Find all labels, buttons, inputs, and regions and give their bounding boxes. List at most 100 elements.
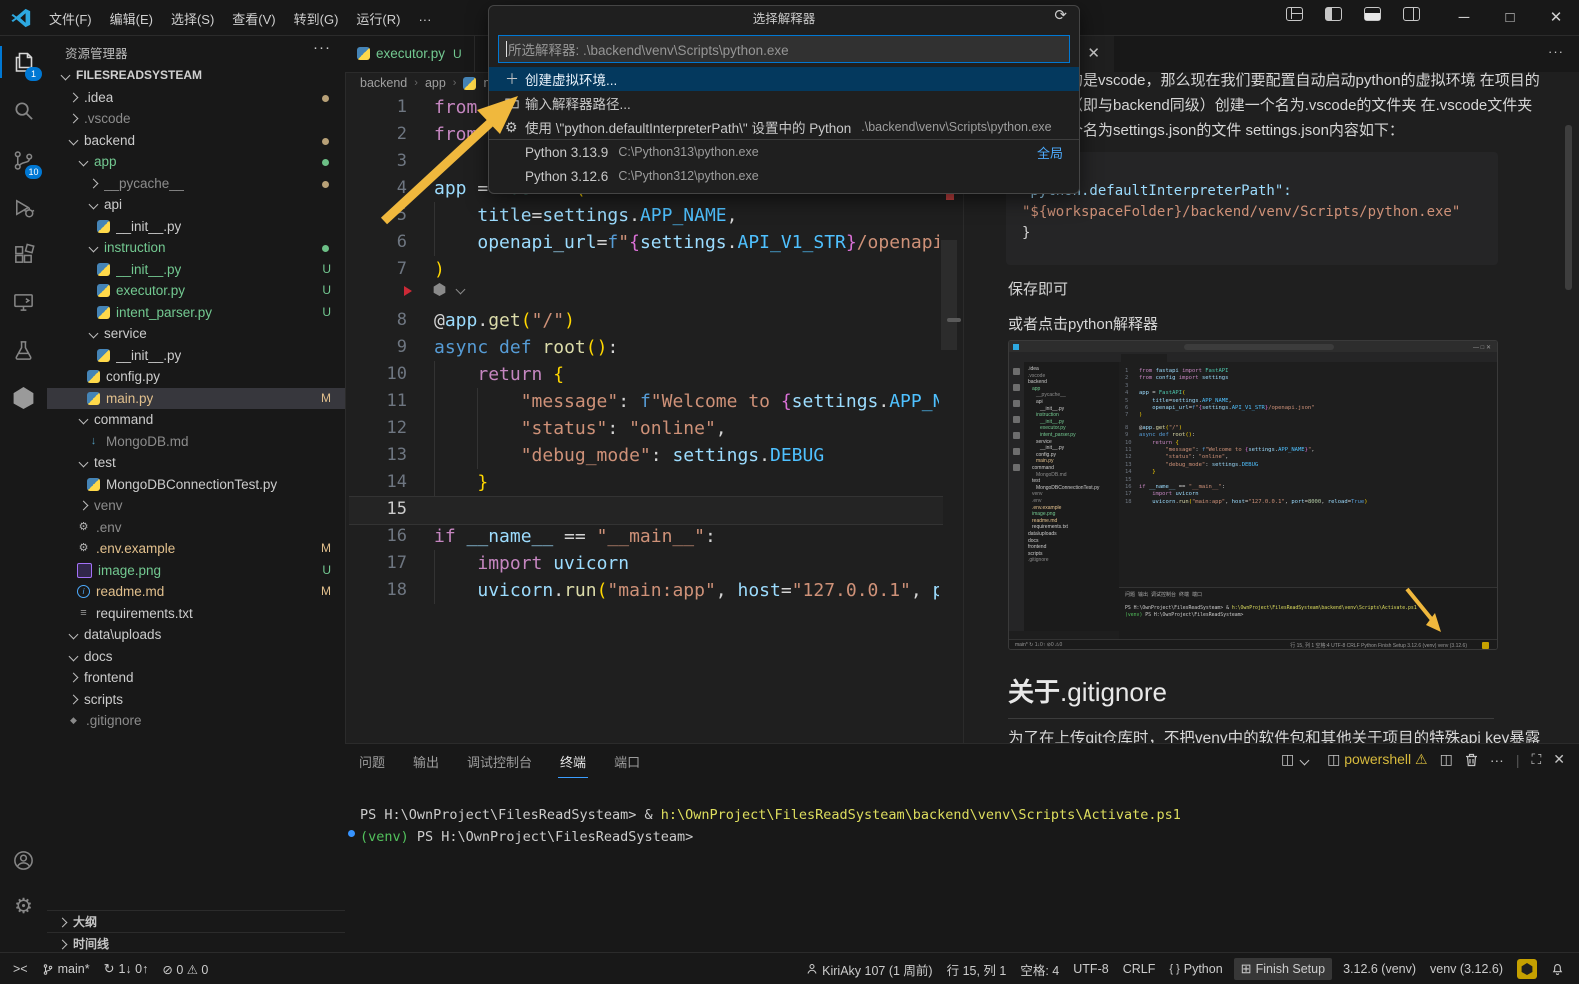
activity-remote-explorer-icon[interactable] (0, 280, 47, 324)
status-finish-setup[interactable]: ⊞Finish Setup (1234, 958, 1332, 980)
menu-item-4[interactable]: 转到(G) (285, 0, 348, 37)
interpreter-input[interactable]: 所选解释器: .\backend\venv\Scripts\python.exe (498, 35, 1070, 63)
split-terminal-icon[interactable]: ◫ (1440, 751, 1453, 768)
close-panel-icon[interactable]: ✕ (1553, 751, 1565, 768)
menu-item-5[interactable]: 运行(R) (347, 0, 409, 37)
menu-item-3[interactable]: 查看(V) (223, 0, 284, 37)
tree-item-frontend[interactable]: frontend (47, 667, 345, 689)
activity-source-control-icon[interactable]: 10 (0, 138, 47, 182)
tree-item-executor.py[interactable]: executor.pyU (47, 280, 345, 302)
activity-explorer-icon[interactable]: 1 (0, 40, 47, 84)
menu-item-6[interactable]: ··· (409, 3, 440, 36)
status-cursor-position[interactable]: 行 15, 列 1 (940, 958, 1014, 980)
tree-item-backend[interactable]: backend (47, 130, 345, 152)
tree-item-MongoDBConnectionTest.py[interactable]: MongoDBConnectionTest.py (47, 474, 345, 496)
tree-item-docs[interactable]: docs (47, 646, 345, 668)
split-dropdown-icon[interactable]: ◫ (1281, 751, 1315, 768)
status-branch[interactable]: main* (35, 958, 97, 980)
close-button[interactable]: ✕ (1533, 0, 1579, 35)
terminal-output[interactable]: PS H:\OwnProject\FilesReadSysteam> & h:\… (360, 804, 1181, 848)
activity-search-icon[interactable] (0, 88, 47, 132)
project-root[interactable]: FILESREADSYSTEAM (47, 65, 345, 87)
toggle-sidebar-icon[interactable] (1325, 7, 1342, 21)
status-venv[interactable]: venv (3.12.6) (1423, 958, 1510, 980)
status-eol[interactable]: CRLF (1116, 958, 1163, 980)
customize-layout-icon[interactable] (1286, 7, 1303, 21)
refresh-icon[interactable]: ⟳ (1054, 6, 1067, 24)
quick-pick-item-4[interactable]: Python 3.12.6C:\Python312\python.exe (489, 164, 1079, 188)
status-remote[interactable]: >< (6, 958, 35, 980)
tree-item-test[interactable]: test (47, 452, 345, 474)
panel-tab-端口[interactable]: 端口 (612, 744, 642, 777)
status-indentation[interactable]: 空格: 4 (1013, 958, 1066, 980)
maximize-button[interactable]: □ (1487, 0, 1533, 35)
toggle-secondary-sidebar-icon[interactable] (1403, 7, 1420, 21)
timeline-section[interactable]: 时间线 (47, 932, 345, 952)
tree-item-instruction[interactable]: instruction (47, 237, 345, 259)
close-tab-icon[interactable]: ✕ (1087, 44, 1100, 62)
status-python-version[interactable]: 3.12.6 (venv) (1336, 958, 1423, 980)
editor-scrollbar[interactable] (941, 240, 957, 350)
quick-pick-item-2[interactable]: ⚙使用 \"python.defaultInterpreterPath\" 设置… (489, 115, 1079, 139)
tree-item-.vscode[interactable]: .vscode (47, 108, 345, 130)
activity-settings-icon[interactable]: ⚙ (0, 884, 47, 928)
tree-item-image.png[interactable]: image.pngU (47, 560, 345, 582)
panel-tab-问题[interactable]: 问题 (357, 744, 387, 777)
quick-pick-item-3[interactable]: Python 3.13.9C:\Python313\python.exe全局 (489, 140, 1079, 164)
tree-item-.env.example[interactable]: ⚙.env.exampleM (47, 538, 345, 560)
tree-item-__init__.py[interactable]: __init__.py (47, 216, 345, 238)
terminal-instance[interactable]: ◫ powershell ⚠ (1327, 751, 1428, 768)
tree-item-__init__.py[interactable]: __init__.py (47, 345, 345, 367)
maximize-panel-icon[interactable]: ⛶ (1531, 751, 1541, 768)
outline-section[interactable]: 大纲 (47, 910, 345, 933)
status-roo[interactable] (1510, 958, 1544, 980)
tree-item-data\uploads[interactable]: data\uploads (47, 624, 345, 646)
menu-item-1[interactable]: 编辑(E) (101, 0, 162, 37)
copilot-codelens[interactable] (433, 283, 471, 296)
toggle-panel-icon[interactable] (1364, 7, 1381, 21)
menu-item-2[interactable]: 选择(S) (162, 0, 223, 37)
editor-actions-more-icon[interactable]: ··· (1548, 44, 1564, 59)
tree-item-intent_parser.py[interactable]: intent_parser.pyU (47, 302, 345, 324)
tree-item-__init__.py[interactable]: __init__.pyU (47, 259, 345, 281)
kill-terminal-icon[interactable] (1465, 753, 1478, 767)
tree-item-.idea[interactable]: .idea (47, 87, 345, 109)
command-decoration[interactable] (348, 830, 355, 837)
status-encoding[interactable]: UTF-8 (1066, 958, 1115, 980)
preview-scrollbar[interactable] (1565, 125, 1572, 290)
quick-pick-item-1[interactable]: 输入解释器路径... (489, 91, 1079, 115)
tree-item-service[interactable]: service (47, 323, 345, 345)
activity-testing-icon[interactable] (0, 328, 47, 372)
activity-run-debug-icon[interactable] (0, 186, 47, 230)
tree-item-app[interactable]: app (47, 151, 345, 173)
quick-pick-item-0[interactable]: ＋创建虚拟环境... (489, 67, 1079, 91)
status-sync[interactable]: ↻1↓ 0↑ (97, 958, 156, 980)
panel-tab-输出[interactable]: 输出 (411, 744, 441, 777)
global-link[interactable]: 全局 (1037, 143, 1063, 162)
tree-item-main.py[interactable]: main.pyM (47, 388, 345, 410)
tree-item-.env[interactable]: ⚙.env (47, 517, 345, 539)
tab-executor-py[interactable]: executor.py U (345, 35, 475, 72)
activity-roo-extension-icon[interactable] (0, 376, 47, 420)
tree-item-readme.md[interactable]: ireadme.mdM (47, 581, 345, 603)
status-bell[interactable] (1544, 958, 1571, 980)
status-problems[interactable]: ⊘ 0 ⚠ 0 (155, 958, 215, 980)
activity-account-icon[interactable] (0, 838, 47, 882)
status-blame[interactable]: KiriAky 107 (1 周前) (799, 958, 939, 980)
panel-more-icon[interactable]: ··· (1490, 752, 1504, 768)
tree-item-config.py[interactable]: config.py (47, 366, 345, 388)
tree-item-venv[interactable]: venv (47, 495, 345, 517)
explorer-more-icon[interactable]: ··· (313, 39, 331, 56)
tree-item-.gitignore[interactable]: ◆.gitignore (47, 710, 345, 732)
panel-tab-调试控制台[interactable]: 调试控制台 (465, 744, 534, 777)
activity-extensions-icon[interactable] (0, 232, 47, 276)
tree-item-scripts[interactable]: scripts (47, 689, 345, 711)
tree-item-__pycache__[interactable]: __pycache__ (47, 173, 345, 195)
tree-item-api[interactable]: api (47, 194, 345, 216)
tree-item-requirements.txt[interactable]: ≡requirements.txt (47, 603, 345, 625)
tree-item-command[interactable]: command (47, 409, 345, 431)
menu-item-0[interactable]: 文件(F) (40, 0, 101, 37)
panel-tab-终端[interactable]: 终端 (558, 744, 588, 778)
minimize-button[interactable]: ─ (1441, 0, 1487, 35)
status-language[interactable]: { }Python (1162, 958, 1229, 980)
